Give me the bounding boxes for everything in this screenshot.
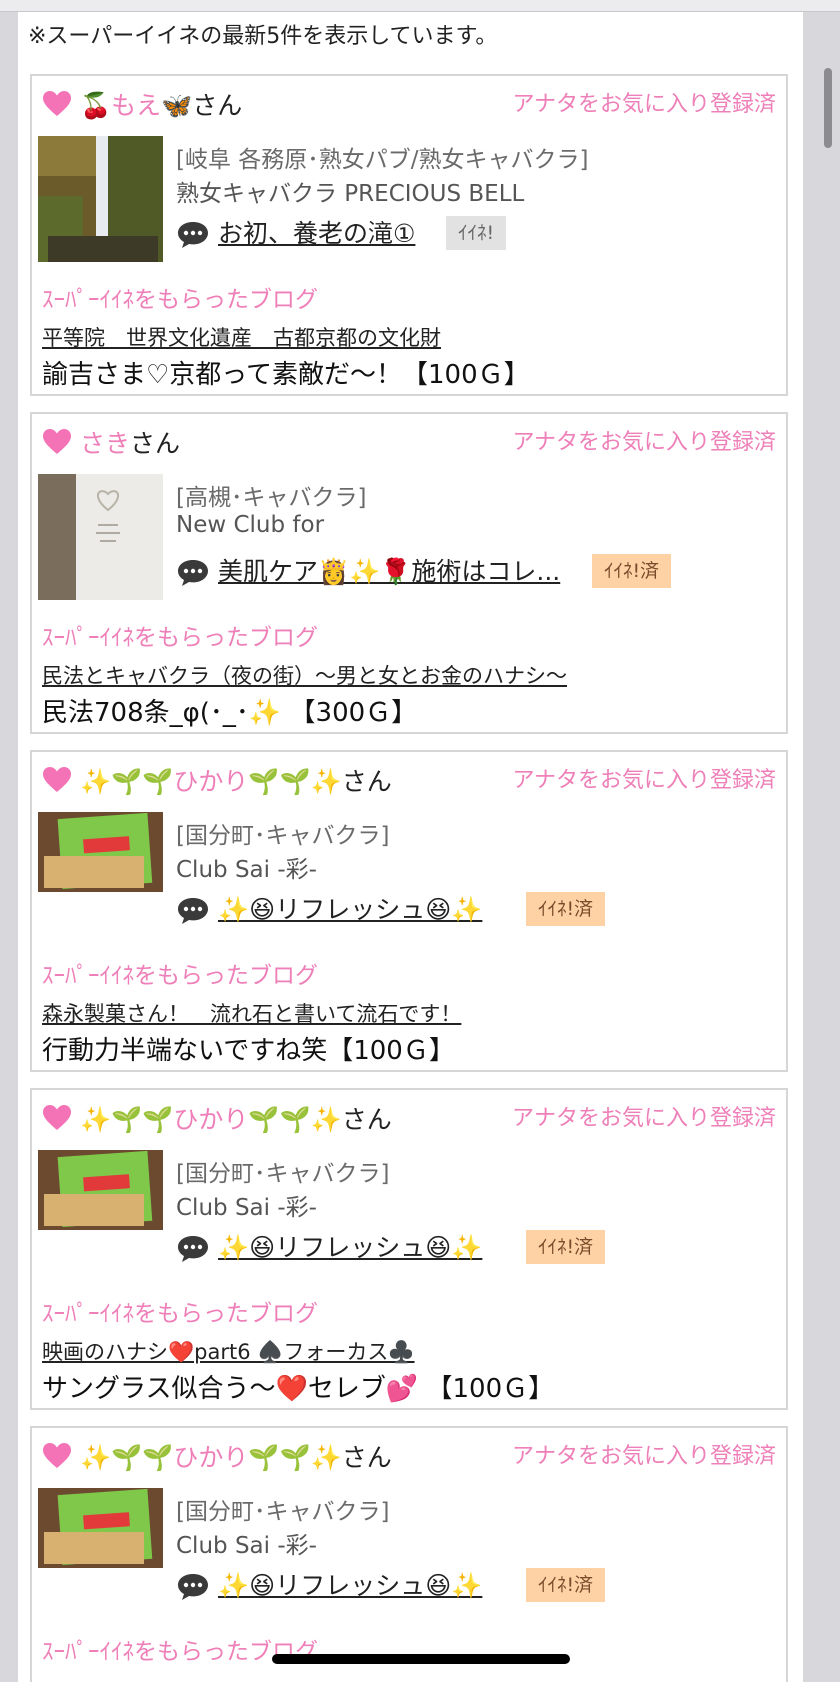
iine-done-button[interactable]: ｲｲﾈ!済 (526, 1230, 606, 1264)
iine-done-button[interactable]: ｲｲﾈ!済 (526, 892, 606, 926)
post-title-link[interactable]: ✨😆リフレッシュ😆✨ (218, 1228, 482, 1264)
heart-icon (43, 1105, 71, 1130)
store-name[interactable]: New Club for (176, 512, 324, 538)
favorite-status: アナタをお気に入り登録済 (511, 1444, 776, 1469)
favorite-status: アナタをお気に入り登録済 (511, 1106, 776, 1131)
store-name[interactable]: Club Sai -彩- (176, 850, 317, 884)
super-iine-card: さきさん アナタをお気に入り登録済 [高槻･キャバクラ] New Club fo… (30, 412, 788, 734)
blog-title-link[interactable]: 映画のハナシ❤️part6 ♠️フォーカス♣️ (42, 1336, 415, 1366)
blog-title-link[interactable]: 森永製菓さん！ 流れ石と書いて流石です！ (42, 998, 461, 1028)
store-name[interactable]: 熟女キャバクラ PRECIOUS BELL (176, 174, 524, 208)
post-title-link[interactable]: ✨😆リフレッシュ😆✨ (218, 1566, 482, 1602)
snack-box-thumbnail[interactable] (38, 1488, 163, 1568)
snack-box-thumbnail[interactable] (38, 1150, 163, 1230)
super-iine-comment: サングラス似合う〜❤️セレブ💕 【100Ｇ】 (42, 1374, 555, 1404)
super-iine-comment: 民法708条_φ(･_･✨ 【300Ｇ】 (42, 698, 418, 728)
comment-bubble-icon (178, 1574, 208, 1600)
comment-bubble-icon (178, 560, 208, 586)
comment-bubble-icon (178, 1236, 208, 1262)
comment-bubble-icon (178, 898, 208, 924)
scrollbar-thumb[interactable] (824, 68, 832, 148)
top-browser-bar (0, 0, 840, 12)
shop-category: [国分町･キャバクラ] (176, 1499, 390, 1525)
heart-icon (43, 429, 71, 454)
store-name[interactable]: Club Sai -彩- (176, 1188, 317, 1222)
heart-icon (43, 91, 71, 116)
favorite-status: アナタをお気に入り登録済 (512, 430, 776, 455)
notice-text: ※スーパーイイネの最新5件を表示しています。 (28, 24, 498, 49)
shop-category: [国分町･キャバクラ] (176, 1161, 390, 1187)
super-iine-comment: 諭吉さま♡京都って素敵だ〜！【100Ｇ】 (42, 360, 530, 390)
waterfall-thumbnail[interactable] (38, 136, 163, 262)
user-name[interactable]: 🍒もえ🦋さん (80, 86, 242, 122)
super-iine-card: 🍒もえ🦋さん アナタをお気に入り登録済 [岐阜 各務原･熟女パブ/熟女キャバクラ… (30, 74, 788, 396)
super-iine-card: ✨🌱🌱ひかり🌱🌱✨さん アナタをお気に入り登録済 [国分町･キャバクラ] Clu… (30, 750, 788, 1072)
post-title-link[interactable]: お初、養老の滝① (218, 214, 415, 250)
user-name[interactable]: ✨🌱🌱ひかり🌱🌱✨さん (80, 762, 392, 798)
heart-icon (43, 1443, 71, 1468)
blog-section-heading: ｽｰﾊﾟｰｲｲﾈをもらったブログ (42, 287, 318, 313)
user-name[interactable]: ✨🌱🌱ひかり🌱🌱✨さん (80, 1100, 392, 1136)
super-iine-card: ✨🌱🌱ひかり🌱🌱✨さん アナタをお気に入り登録済 [国分町･キャバクラ] Clu… (30, 1088, 788, 1410)
page-content: ※スーパーイイネの最新5件を表示しています。 🍒もえ🦋さん アナタをお気に入り登… (18, 12, 803, 1682)
iine-done-button[interactable]: ｲｲﾈ!済 (526, 1568, 606, 1602)
post-title-link[interactable]: 美肌ケア👸✨🌹施術はコレ... (218, 552, 560, 588)
store-name[interactable]: Club Sai -彩- (176, 1526, 317, 1560)
iine-done-button[interactable]: ｲｲﾈ!済 (592, 554, 672, 588)
super-iine-card: ✨🌱🌱ひかり🌱🌱✨さん アナタをお気に入り登録済 [国分町･キャバクラ] Clu… (30, 1426, 788, 1682)
blog-title-link[interactable]: 平等院 世界文化遺産 古都京都の文化財 (42, 322, 441, 352)
shop-category: [高槻･キャバクラ] (176, 485, 367, 511)
favorite-status: アナタをお気に入り登録済 (512, 768, 776, 793)
blog-section-heading: ｽｰﾊﾟｰｲｲﾈをもらったブログ (42, 1301, 318, 1327)
heart-icon (43, 767, 71, 792)
home-indicator[interactable] (272, 1654, 570, 1664)
user-name[interactable]: ✨🌱🌱ひかり🌱🌱✨さん (80, 1438, 392, 1474)
favorite-status: アナタをお気に入り登録済 (512, 92, 776, 117)
iine-button[interactable]: ｲｲﾈ! (446, 216, 507, 250)
post-title-link[interactable]: ✨😆リフレッシュ😆✨ (218, 890, 482, 926)
comment-bubble-icon (178, 222, 208, 248)
clinic-thumbnail[interactable] (38, 474, 163, 600)
blog-section-heading: ｽｰﾊﾟｰｲｲﾈをもらったブログ (42, 625, 318, 651)
super-iine-comment: 行動力半端ないですね笑【100Ｇ】 (42, 1036, 455, 1066)
shop-category: [国分町･キャバクラ] (176, 823, 390, 849)
snack-box-thumbnail[interactable] (38, 812, 163, 892)
blog-title-link[interactable]: 民法とキャバクラ（夜の街）〜男と女とお金のハナシ〜 (42, 660, 567, 690)
blog-section-heading: ｽｰﾊﾟｰｲｲﾈをもらったブログ (42, 963, 318, 989)
shop-category: [岐阜 各務原･熟女パブ/熟女キャバクラ] (176, 147, 589, 173)
user-name[interactable]: さきさん (80, 424, 180, 460)
